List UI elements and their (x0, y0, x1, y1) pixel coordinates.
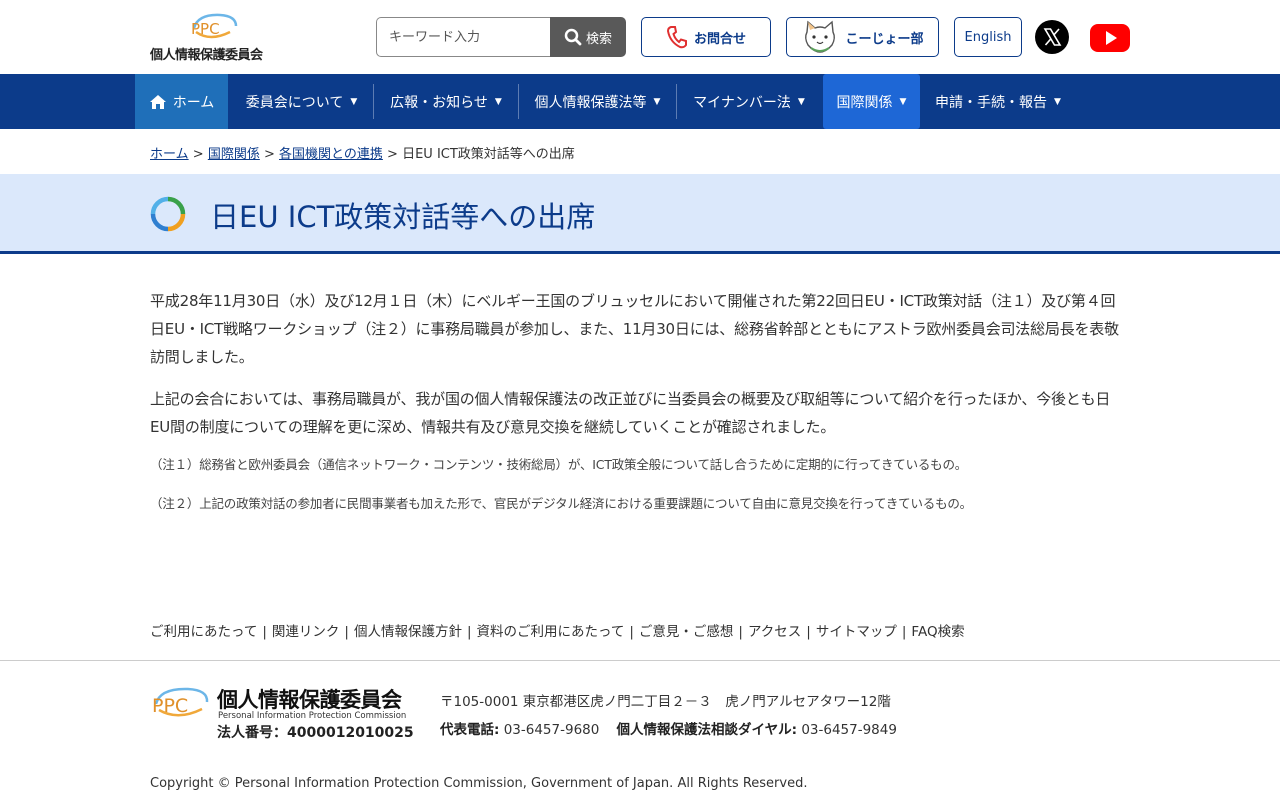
nav-item-label: マイナンバー法 (693, 94, 791, 111)
footnote: （注１）総務省と欧州委員会（通信ネットワーク・コンテンツ・技術総局）が、ICT政… (150, 457, 968, 472)
caret-down-icon: ▼ (1054, 96, 1061, 107)
footer-link-faq[interactable]: FAQ検索 (911, 624, 964, 640)
footer-dial-number: 03-6457-9849 (801, 722, 897, 738)
nav-item-label: 国際関係 (836, 94, 893, 111)
footer-org-name: 個人情報保護委員会 (217, 688, 402, 712)
footer-divider (0, 660, 1280, 661)
page-title: 日EU ICT政策対話等への出席 (210, 200, 596, 234)
breadcrumb-current: 日EU ICT政策対話等への出席 (402, 147, 575, 162)
nav-item-label: 委員会について (245, 94, 344, 111)
footer-phone: 代表電話: 03-6457-9680 個人情報保護法相談ダイヤル: 03-645… (440, 718, 897, 738)
nav-item-about[interactable]: 委員会について ▼ (230, 74, 373, 129)
contact-button-label: お問合せ (693, 31, 746, 47)
caret-down-icon: ▼ (899, 96, 907, 107)
title-ring-icon (150, 196, 186, 232)
nav-item-label: 広報・お知らせ (390, 94, 488, 111)
footer-link-separator: | (262, 624, 267, 640)
breadcrumb-cooperation-link[interactable]: 各国機関との連携 (279, 147, 383, 162)
phone-icon (666, 26, 687, 49)
footer-link-feedback[interactable]: ご意見・ご感想 (639, 624, 734, 640)
footer-link-access[interactable]: アクセス (748, 624, 801, 640)
search-button[interactable]: 検索 (550, 17, 626, 57)
search-form: 検索 (376, 17, 626, 57)
global-nav: ホーム 委員会について ▼ 広報・お知らせ ▼ 個人情報保護法等 ▼ マイナンバ… (0, 74, 1280, 129)
footer-link-separator: | (738, 624, 743, 640)
logo-org-name: 個人情報保護委員会 (150, 48, 263, 63)
nav-item-home[interactable]: ホーム (135, 74, 228, 129)
english-button-label: English (964, 29, 1012, 45)
footer-link-sitemap[interactable]: サイトマップ (816, 624, 897, 640)
footer-link-separator: | (466, 624, 472, 640)
footer-link-related[interactable]: 関連リンク (272, 624, 340, 640)
footer-logo: PPC 個人情報保護委員会 Personal Information Prote… (150, 684, 425, 744)
caret-down-icon: ▼ (350, 96, 358, 107)
x-twitter-icon[interactable] (1035, 20, 1069, 54)
nav-item-label: ホーム (172, 94, 215, 111)
footer-link-separator: | (901, 624, 907, 640)
page-title-band: 日EU ICT政策対話等への出席 (0, 174, 1280, 254)
search-input[interactable] (376, 17, 552, 57)
copyright-notice: Copyright © Personal Information Protect… (150, 776, 808, 791)
nav-item-applications[interactable]: 申請・手続・報告 ▼ (922, 74, 1074, 129)
footer-link-separator: | (344, 624, 349, 640)
english-button[interactable]: English (954, 17, 1022, 57)
site-header: PPC 個人情報保護委員会 検索 お問合せ こーじょー部 (0, 0, 1280, 74)
footer-address: 〒105-0001 東京都港区虎ノ門二丁目２－３ 虎ノ門アルセアタワー12階 (440, 694, 891, 710)
ppc-logo-icon: PPC (152, 687, 209, 717)
footer-link-terms[interactable]: ご利用にあたって (150, 624, 257, 640)
caret-down-icon: ▼ (797, 96, 805, 107)
home-icon (149, 94, 166, 109)
cat-mascot-icon (805, 20, 836, 53)
footer-tel-number: 03-6457-9680 (503, 722, 600, 738)
search-icon (564, 28, 582, 46)
footer-corporate-number: 法人番号：4000012010025 (217, 725, 414, 741)
breadcrumb-international-link[interactable]: 国際関係 (208, 147, 260, 162)
breadcrumb: ホーム > 国際関係 > 各国機関との連携 > 日EU ICT政策対話等への出席 (150, 143, 575, 162)
body-paragraph: 上記の会合においては、事務局職員が、我が国の個人情報保護法の改正並びに当委員会の… (150, 390, 1111, 436)
footer-tel-label: 代表電話: (440, 722, 500, 738)
body-paragraph: 平成28年11月30日（水）及び12月１日（木）にベルギー王国のブリュッセルにお… (150, 292, 1119, 366)
contact-button[interactable]: お問合せ (641, 17, 771, 57)
breadcrumb-home-link[interactable]: ホーム (150, 147, 189, 162)
nav-item-international[interactable]: 国際関係 ▼ (823, 74, 920, 129)
breadcrumb-separator: > (263, 147, 275, 162)
search-button-label: 検索 (585, 31, 612, 47)
footnote: （注２）上記の政策対話の参加者に民間事業者も加えた形で、官民がデジタル経済におけ… (150, 496, 972, 511)
caret-down-icon: ▼ (494, 96, 502, 107)
footer-link-separator: | (806, 624, 811, 640)
footer-link-materials[interactable]: 資料のご利用にあたって (477, 624, 625, 640)
footer-link-separator: | (629, 624, 634, 640)
kojo-club-button[interactable]: こーじょー部 (786, 17, 939, 57)
kojo-club-label: こーじょー部 (845, 31, 924, 47)
nav-item-label: 個人情報保護法等 (534, 94, 647, 111)
nav-item-label: 申請・手続・報告 (935, 94, 1048, 111)
footer-links: ご利用にあたって | 関連リンク | 個人情報保護方針 | 資料のご利用にあたって | ご意見・… (150, 620, 965, 640)
breadcrumb-separator: > (192, 147, 204, 162)
logo-mark-text: PPC (191, 20, 220, 38)
main-content: 平成28年11月30日（水）及び12月１日（木）にベルギー王国のブリュッセルにお… (150, 287, 1130, 533)
site-logo[interactable]: PPC 個人情報保護委員会 (150, 12, 280, 63)
footer-link-privacy-policy[interactable]: 個人情報保護方針 (354, 624, 462, 640)
footer-org-name-en: Personal Information Protection Commissi… (218, 711, 407, 721)
nav-item-privacy-law[interactable]: 個人情報保護法等 ▼ (519, 74, 676, 129)
nav-item-mynumber-law[interactable]: マイナンバー法 ▼ (677, 74, 821, 129)
ppc-logo-icon: PPC (191, 13, 238, 39)
caret-down-icon: ▼ (653, 96, 661, 107)
logo-mark-text: PPC (152, 695, 188, 717)
breadcrumb-separator: > (387, 147, 398, 162)
footer-dial-label: 個人情報保護法相談ダイヤル: (616, 722, 798, 738)
nav-item-news[interactable]: 広報・お知らせ ▼ (374, 74, 518, 129)
youtube-icon[interactable] (1090, 20, 1130, 54)
